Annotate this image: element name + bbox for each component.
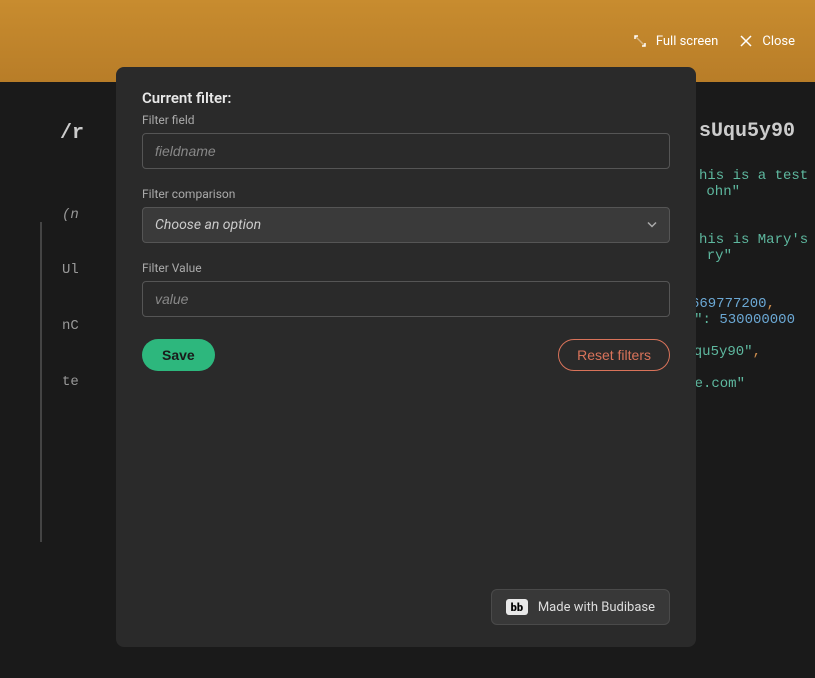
budibase-badge[interactable]: bb Made with Budibase — [491, 589, 670, 625]
fullscreen-icon — [632, 33, 648, 49]
close-label: Close — [762, 34, 795, 49]
code-str: ohn" — [706, 184, 740, 200]
filter-comparison-select[interactable]: Choose an option — [142, 207, 670, 243]
filter-value-label: Filter Value — [142, 261, 670, 275]
path-prefix: /r — [60, 122, 84, 145]
filter-field-input[interactable] — [142, 133, 670, 169]
code-str: e.com" — [695, 376, 745, 392]
filter-value-group: Filter Value — [142, 261, 670, 317]
title-fragment: sUqu5y90 — [699, 120, 795, 143]
paren-fragment: (n — [62, 207, 79, 223]
fullscreen-button[interactable]: Full screen — [632, 33, 719, 49]
code-num: 530000000 — [719, 312, 795, 328]
button-row: Save Reset filters — [142, 339, 670, 371]
code-str: ": — [694, 312, 719, 328]
close-button[interactable]: Close — [738, 33, 795, 49]
modal-title: Current filter: — [142, 89, 670, 107]
filter-value-input[interactable] — [142, 281, 670, 317]
bg-frag-3: te — [62, 374, 79, 390]
save-button[interactable]: Save — [142, 339, 215, 371]
bg-frag-1: Ul — [62, 262, 79, 278]
select-wrap: Choose an option — [142, 207, 670, 243]
filter-comparison-group: Filter comparison Choose an option — [142, 187, 670, 243]
filter-comparison-label: Filter comparison — [142, 187, 670, 201]
filter-modal: Current filter: Filter field Filter comp… — [116, 67, 696, 647]
reset-filters-button[interactable]: Reset filters — [558, 339, 670, 371]
budibase-logo-icon: bb — [506, 599, 528, 615]
fullscreen-label: Full screen — [656, 34, 719, 49]
code-str: ry" — [707, 248, 732, 264]
badge-text: Made with Budibase — [538, 600, 655, 615]
filter-field-group: Filter field — [142, 113, 670, 169]
bg-frag-2: nC — [62, 318, 79, 334]
filter-field-label: Filter field — [142, 113, 670, 127]
close-icon — [738, 33, 754, 49]
left-border — [40, 222, 42, 542]
